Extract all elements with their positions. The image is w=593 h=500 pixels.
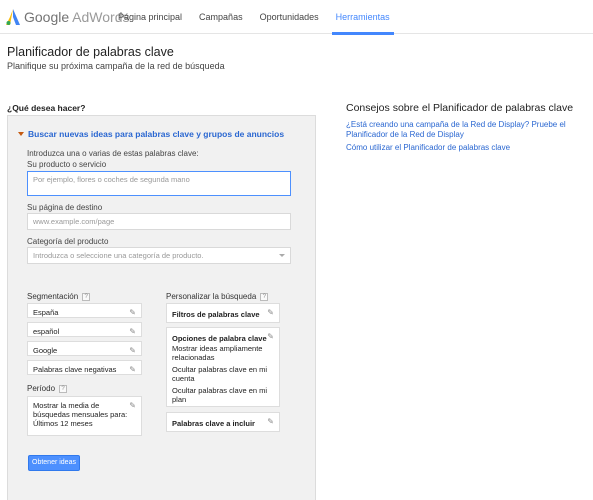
keyword-options-line-3: Ocultar palabras clave en mi [172,365,268,374]
display-planner-link-line-2: Planificador de la Red de Display [346,130,464,139]
help-icon[interactable]: ? [82,292,91,301]
product-label: Su producto o servicio [27,160,107,169]
category-select[interactable]: Introduzca o seleccione una categoría de… [27,247,291,264]
main-nav: Página principal Campañas Oportunidades … [118,0,407,35]
nav-home[interactable]: Página principal [118,0,182,34]
keyword-options-line-5: Ocultar palabras clave en mi [172,386,268,395]
adwords-logo[interactable]: Google AdWords [6,8,129,26]
period-line-2: búsquedas mensuales para: [33,410,128,419]
targeting-network[interactable]: Google ✎ [27,341,142,356]
how-to-use-link[interactable]: Cómo utilizar el Planificador de palabra… [346,143,586,153]
pencil-icon: ✎ [267,417,274,426]
period-line-3: Últimos 12 meses [33,419,93,428]
pencil-icon: ✎ [129,401,136,410]
landing-page-label: Su página de destino [27,203,103,212]
pencil-icon: ✎ [267,332,274,341]
customize-label-text: Personalizar la búsqueda [166,292,257,301]
display-planner-link-line-1: ¿Está creando una campaña de la Red de D… [346,120,566,129]
period-box[interactable]: Mostrar la media de búsquedas mensuales … [27,396,142,436]
get-ideas-button[interactable]: Obtener ideas [28,455,80,471]
chevron-down-icon [279,254,285,257]
page-subtitle: Planifique su próxima campaña de la red … [7,61,225,71]
search-section-toggle[interactable]: Buscar nuevas ideas para palabras clave … [18,129,284,139]
targeting-language-text: español [33,327,60,336]
targeting-negative-keywords[interactable]: Palabras clave negativas ✎ [27,360,142,375]
logo-google-text: Google [24,9,70,25]
targeting-location[interactable]: España ✎ [27,303,142,318]
nav-tools[interactable]: Herramientas [331,0,394,35]
keyword-filters-box[interactable]: Filtros de palabras clave ✎ [166,303,280,323]
keyword-options-line-1: Mostrar ideas ampliamente [172,344,263,353]
nav-opportunities[interactable]: Oportunidades [260,0,319,34]
pencil-icon: ✎ [267,308,274,317]
targeting-label-text: Segmentación [27,292,79,301]
targeting-label: Segmentación ? [27,292,91,301]
pencil-icon: ✎ [129,365,136,374]
keyword-options-title: Opciones de palabra clave [172,334,267,343]
targeting-language[interactable]: español ✎ [27,322,142,337]
category-placeholder: Introduzca o seleccione una categoría de… [33,251,204,260]
period-label-text: Período [27,384,56,393]
keywords-intro: Introduzca una o varias de estas palabra… [27,149,199,158]
targeting-location-text: España [33,308,59,317]
question-heading: ¿Qué desea hacer? [7,103,86,113]
keyword-options-line-6: plan [172,395,187,404]
search-panel: Buscar nuevas ideas para palabras clave … [7,115,316,500]
top-bar: Google AdWords Página principal Campañas… [0,0,593,35]
targeting-negative-keywords-text: Palabras clave negativas [33,365,117,374]
keyword-options-line-4: cuenta [172,374,195,383]
page-title: Planificador de palabras clave [7,45,174,59]
help-icon[interactable]: ? [59,384,68,393]
period-label: Período ? [27,384,68,393]
include-keywords-title: Palabras clave a incluir [172,419,255,428]
display-planner-link[interactable]: ¿Está creando una campaña de la Red de D… [346,120,586,140]
nav-campaigns[interactable]: Campañas [199,0,243,34]
targeting-network-text: Google [33,346,58,355]
include-keywords-box[interactable]: Palabras clave a incluir ✎ [166,412,280,432]
keyword-options-box[interactable]: Opciones de palabra clave Mostrar ideas … [166,327,280,407]
keyword-filters-title: Filtros de palabras clave [172,310,260,319]
search-section-title: Buscar nuevas ideas para palabras clave … [28,129,285,139]
triangle-down-icon [18,132,24,136]
keyword-options-line-2: relacionadas [172,353,215,362]
adwords-logo-icon [6,9,20,25]
product-input[interactable]: Por ejemplo, flores o coches de segunda … [27,171,291,196]
help-icon[interactable]: ? [260,292,269,301]
landing-page-input[interactable]: www.example.com/page [27,213,291,230]
pencil-icon: ✎ [129,327,136,336]
period-line-1: Mostrar la media de [33,401,100,410]
customize-label: Personalizar la búsqueda ? [166,292,269,301]
pencil-icon: ✎ [129,308,136,317]
tips-title: Consejos sobre el Planificador de palabr… [346,102,574,114]
category-label: Categoría del producto [27,237,109,246]
pencil-icon: ✎ [129,346,136,355]
